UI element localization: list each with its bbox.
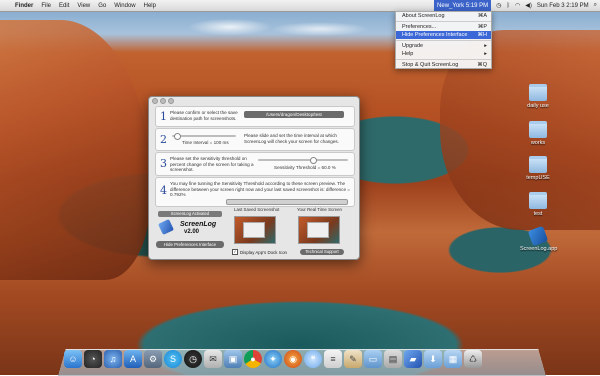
real-time-preview: [298, 216, 340, 244]
folder-icon: [529, 156, 547, 173]
menu-item-preferences[interactable]: Preferences... ⌘P: [396, 23, 491, 31]
document-icon[interactable]: ▤: [384, 350, 402, 368]
screenlog-icon[interactable]: ▰: [404, 350, 422, 368]
step-1-text: Please confirm or select the save destin…: [170, 110, 242, 121]
dock-icon-checkbox[interactable]: ✓: [232, 249, 238, 255]
itunes-icon[interactable]: ♫: [104, 350, 122, 368]
volume-icon[interactable]: ◀): [525, 2, 532, 9]
step-3-text: Please set the sensitivity threshold on …: [170, 156, 254, 173]
close-window-icon[interactable]: [152, 98, 158, 104]
dock-icon-label: Display App's Dock Icon: [240, 250, 287, 255]
wifi-icon[interactable]: ◠: [515, 2, 520, 9]
menu-separator: [396, 59, 491, 60]
desktop-folder-test[interactable]: test: [520, 192, 556, 217]
menu-item-about[interactable]: About ScreenLog ⌘A: [396, 12, 491, 20]
desktop-app-screenlog[interactable]: ScreenLog.app: [520, 228, 556, 252]
folder-icon[interactable]: ▭: [364, 350, 382, 368]
sensitivity-slider[interactable]: [258, 159, 348, 161]
skype-icon[interactable]: S: [164, 350, 182, 368]
time-interval-knob[interactable]: [174, 133, 181, 140]
safari-icon[interactable]: ✦: [264, 350, 282, 368]
app-version: v2.00: [184, 229, 199, 235]
downloads-icon[interactable]: ⬇: [424, 350, 442, 368]
step-3-panel: 3 Please set the sensitivity threshold o…: [155, 152, 355, 176]
menu-bar: Finder File Edit View Go Window Help New…: [0, 0, 600, 12]
preview-icon[interactable]: ✎: [344, 350, 362, 368]
activated-badge: ScreenLog Activated: [158, 211, 222, 217]
screenlog-status-item[interactable]: New_York 5:19 PM: [434, 0, 491, 11]
time-interval-label: Time Interval = 100 ms: [182, 140, 229, 146]
step-2-text: Please slide and set the time interval a…: [244, 133, 352, 144]
menu-edit[interactable]: Edit: [55, 3, 73, 9]
menu-separator: [396, 40, 491, 41]
trash-icon[interactable]: ♺: [464, 350, 482, 368]
last-saved-preview: [234, 216, 276, 244]
step-4-number: 4: [160, 184, 167, 197]
zoom-window-icon[interactable]: [168, 98, 174, 104]
notes-icon[interactable]: ≡: [324, 350, 342, 368]
folder-icon: [529, 121, 547, 138]
menu-go[interactable]: Go: [94, 3, 110, 9]
preferences-icon[interactable]: ⚙: [144, 350, 162, 368]
minimize-window-icon[interactable]: [160, 98, 166, 104]
firefox-icon[interactable]: ◉: [284, 350, 302, 368]
window-titlebar[interactable]: [149, 97, 359, 105]
bluetooth-icon[interactable]: ᛒ: [506, 3, 510, 9]
desktop-folder-works[interactable]: works: [520, 121, 556, 146]
stack-icon[interactable]: ▦: [444, 350, 462, 368]
desktop-folder-tempuse[interactable]: tempUSE: [520, 156, 556, 181]
menu-view[interactable]: View: [73, 3, 94, 9]
app-name: ScreenLog: [180, 221, 216, 228]
real-time-label: Your Real Time Screen: [297, 207, 342, 212]
mail-icon[interactable]: ✉: [204, 350, 222, 368]
dashboard-icon[interactable]: ◔: [84, 350, 102, 368]
difference-bar: [226, 199, 348, 205]
menu-item-help[interactable]: Help ▸: [396, 50, 491, 58]
step-4-text: You may fine tunning the Sensitivity Thr…: [170, 181, 350, 198]
photo-icon[interactable]: ▣: [224, 350, 242, 368]
menu-separator: [396, 21, 491, 22]
step-2-panel: 2 Time Interval = 100 ms Please slide an…: [155, 128, 355, 151]
menu-help[interactable]: Help: [140, 3, 160, 9]
menu-item-quit[interactable]: Stop & Quit ScreenLog ⌘Q: [396, 61, 491, 69]
clock[interactable]: Sun Feb 3 2:19 PM: [537, 3, 589, 9]
menu-file[interactable]: File: [37, 3, 55, 9]
last-saved-label: Last Saved Screenshot: [234, 207, 279, 212]
screenlog-app-icon: [528, 226, 549, 247]
step-1-number: 1: [160, 110, 167, 123]
technical-support-button[interactable]: Technical Support: [300, 249, 344, 255]
messages-icon[interactable]: ❝: [304, 350, 322, 368]
sensitivity-knob[interactable]: [310, 157, 317, 164]
menu-finder[interactable]: Finder: [11, 3, 37, 9]
desktop-folder-daily-use[interactable]: daily use: [520, 84, 556, 109]
step-2-number: 2: [160, 133, 167, 146]
finder-icon[interactable]: ☺: [64, 350, 82, 368]
background-clouds: [150, 11, 370, 41]
folder-icon: [529, 84, 547, 101]
hide-preferences-button[interactable]: Hide Preferences Interface: [156, 241, 224, 248]
dock-icon-option[interactable]: ✓ Display App's Dock Icon: [232, 249, 287, 255]
folder-icon: [529, 192, 547, 209]
spotlight-icon[interactable]: ⌕: [594, 2, 597, 9]
time-machine-icon[interactable]: ◷: [184, 350, 202, 368]
screenlog-dropdown-menu: About ScreenLog ⌘A Preferences... ⌘P Hide …: [395, 11, 492, 69]
menu-item-hide-preferences[interactable]: Hide Preferences Interface ⌘H: [396, 31, 491, 39]
save-path-field[interactable]: /Users/dragon/Desktop/test: [244, 111, 344, 118]
timemachine-icon[interactable]: ◷: [496, 2, 501, 9]
menu-item-upgrade[interactable]: Upgrade ▸: [396, 42, 491, 50]
app-store-icon[interactable]: A: [124, 350, 142, 368]
step-4-panel: 4 You may fine tunning the Sensitivity T…: [155, 177, 355, 207]
step-3-number: 3: [160, 157, 167, 170]
sensitivity-label: Sensitivity Threshold = 60.0 %: [274, 165, 336, 171]
dock: ☺ ◔ ♫ A ⚙ S ◷ ✉ ▣ ● ✦ ◉ ❝ ≡ ✎ ▭ ▤ ▰ ⬇ ▦ …: [64, 346, 540, 368]
time-interval-slider[interactable]: [172, 135, 236, 137]
menu-window[interactable]: Window: [110, 3, 139, 9]
chrome-icon[interactable]: ●: [244, 350, 262, 368]
step-1-panel: 1 Please confirm or select the save dest…: [155, 106, 355, 127]
